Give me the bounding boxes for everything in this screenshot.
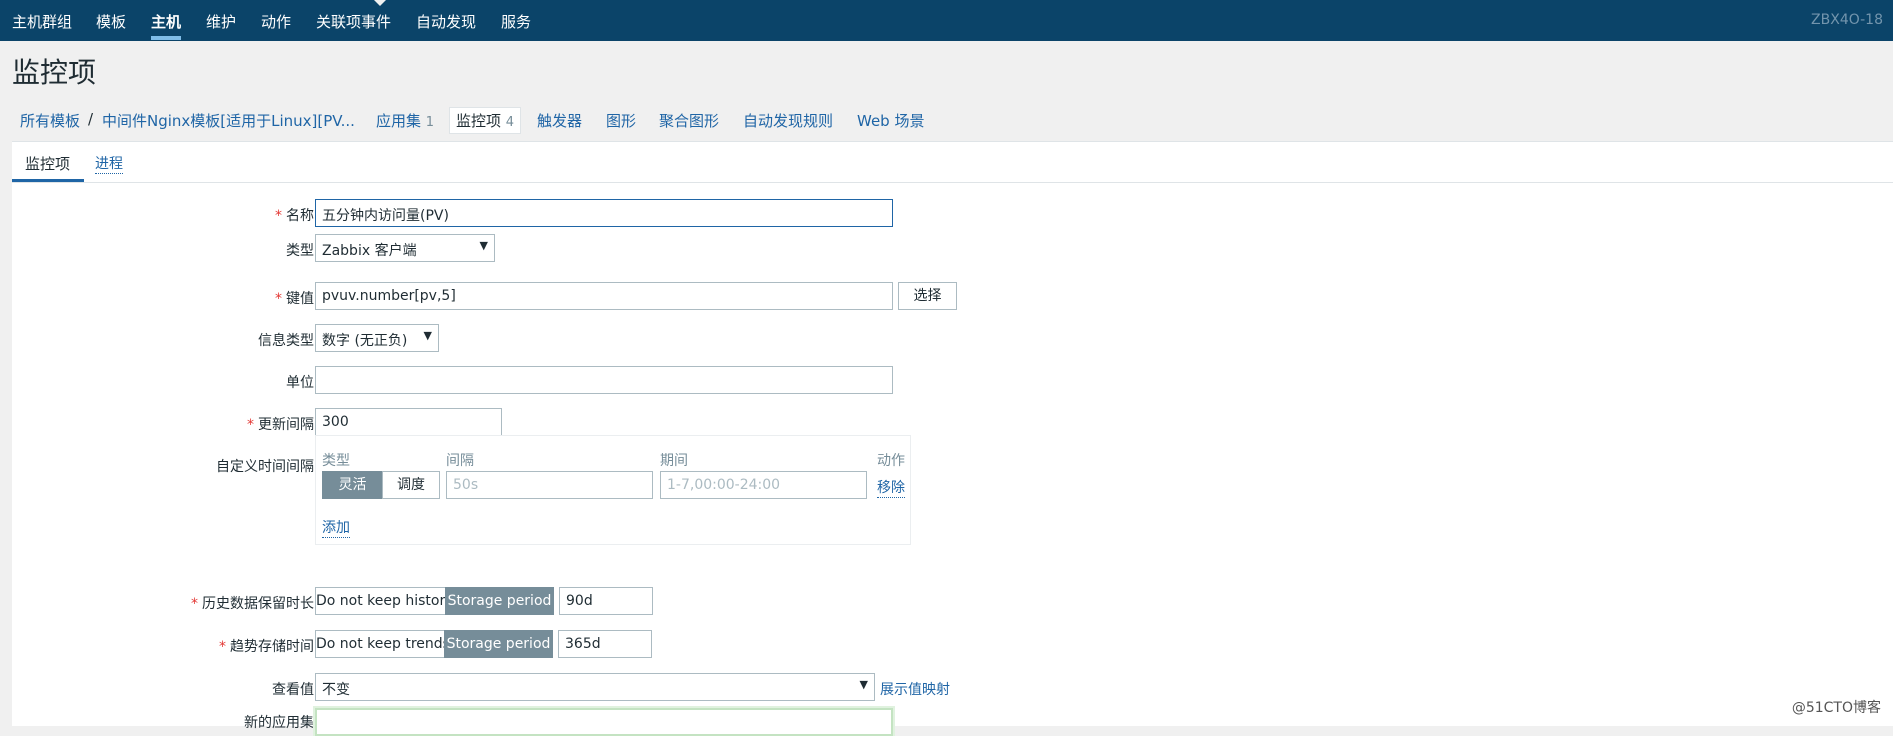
nav-discovery[interactable]: 自动发现 [416,11,476,32]
item-form-panel: 监控项 进程 * 名称 五分钟内访问量(PV) 类型 Zabbix 客户端 ▼ * 键… [12,141,1893,736]
remove-interval-link[interactable]: 移除 [877,477,905,498]
chevron-down-icon: ▼ [859,678,868,691]
history-label: * 历史数据保留时长 [191,596,314,612]
nav-templates[interactable]: 模板 [96,11,126,32]
nav-actions[interactable]: 动作 [261,11,291,32]
page-title: 监控项 [12,56,97,89]
type-select[interactable]: Zabbix 客户端 ▼ [315,234,495,262]
chevron-down-icon: ▼ [423,329,432,342]
tab-web-scenarios[interactable]: Web 场景 [857,110,924,131]
tab-preprocessing[interactable]: 进程 [95,153,123,174]
breadcrumb-separator: / [88,110,94,128]
nav-active-indicator [151,36,181,40]
history-storage-period-toggle[interactable]: Storage period [445,587,554,615]
nav-event-correlation[interactable]: 关联项事件 [316,11,391,32]
select-key-button[interactable]: 选择 [898,282,957,310]
trends-period-input[interactable]: 365d [558,630,652,658]
watermark: @51CTO博客 [1791,700,1881,716]
tab-divider [12,182,1893,183]
tab-triggers[interactable]: 触发器 [537,110,582,131]
name-input[interactable]: 五分钟内访问量(PV) [315,199,893,227]
custom-intervals-label: 自定义时间间隔 [216,459,314,475]
valuemap-select[interactable]: 不变 ▼ [315,673,875,701]
tab-discovery-rules[interactable]: 自动发现规则 [743,110,833,131]
type-select-value: Zabbix 客户端 [322,243,417,259]
key-label: * 键值 [275,291,314,307]
history-period-input[interactable]: 90d [559,587,653,615]
flexible-toggle[interactable]: 灵活 [322,471,383,499]
col-period: 期间 [660,453,688,469]
type-label: 类型 [286,243,314,259]
col-type: 类型 [322,453,350,469]
history-do-not-keep-toggle[interactable]: Do not keep history [315,587,454,615]
breadcrumb-all-templates[interactable]: 所有模板 [20,110,80,131]
info-type-label: 信息类型 [258,333,314,349]
units-input[interactable] [315,366,893,394]
custom-intervals-table: 类型 间隔 期间 动作 灵活 调度 50s 1-7,00:00-24:00 移除… [315,435,911,545]
name-label: * 名称 [275,208,314,224]
trends-do-not-keep-toggle[interactable]: Do not keep trends [315,630,450,658]
valuemap-select-value: 不变 [322,682,350,698]
nav-maintenance[interactable]: 维护 [206,11,236,32]
key-input[interactable]: pvuv.number[pv,5] [315,282,893,310]
nav-services[interactable]: 服务 [501,11,531,32]
trends-label: * 趋势存储时间 [219,639,314,655]
scheduling-toggle[interactable]: 调度 [382,471,440,499]
interval-label: * 更新间隔 [247,417,314,433]
top-navigation: 主机群组 模板 主机 维护 动作 关联项事件 自动发现 服务 ZBX4O-18 [0,0,1893,41]
tab-item[interactable]: 监控项 [25,153,70,174]
interval-input[interactable]: 300 [315,408,502,436]
tab-applications-label: 应用集 [376,112,422,130]
col-interval: 间隔 [446,453,474,469]
custom-interval-input[interactable]: 50s [446,471,653,499]
nav-host-groups[interactable]: 主机群组 [12,11,72,32]
breadcrumb-template[interactable]: 中间件Nginx模板[适用于Linux][PV... [102,110,355,131]
tab-items[interactable]: 监控项 4 [449,107,522,134]
server-name: ZBX4O-18 [1811,12,1883,28]
nav-notch [374,0,386,6]
tab-applications-count: 1 [425,115,435,130]
tab-applications[interactable]: 应用集 1 [376,110,434,131]
new-application-label: 新的应用集 [244,715,314,731]
tab-items-count: 4 [505,115,515,130]
chevron-down-icon: ▼ [479,239,488,252]
tab-items-label: 监控项 [456,112,502,130]
nav-hosts[interactable]: 主机 [151,11,181,32]
show-value-mappings-link[interactable]: 展示值映射 [880,679,950,699]
new-application-input[interactable] [315,708,893,736]
info-type-select-value: 数字 (无正负) [322,333,408,349]
valuemap-label: 查看值 [272,682,314,698]
custom-period-input[interactable]: 1-7,00:00-24:00 [660,471,867,499]
col-action: 动作 [877,453,905,469]
units-label: 单位 [286,375,314,391]
tab-graphs[interactable]: 图形 [606,110,636,131]
trends-storage-period-toggle[interactable]: Storage period [444,630,553,658]
info-type-select[interactable]: 数字 (无正负) ▼ [315,324,439,352]
add-interval-link[interactable]: 添加 [322,517,350,538]
tab-screens[interactable]: 聚合图形 [659,110,719,131]
